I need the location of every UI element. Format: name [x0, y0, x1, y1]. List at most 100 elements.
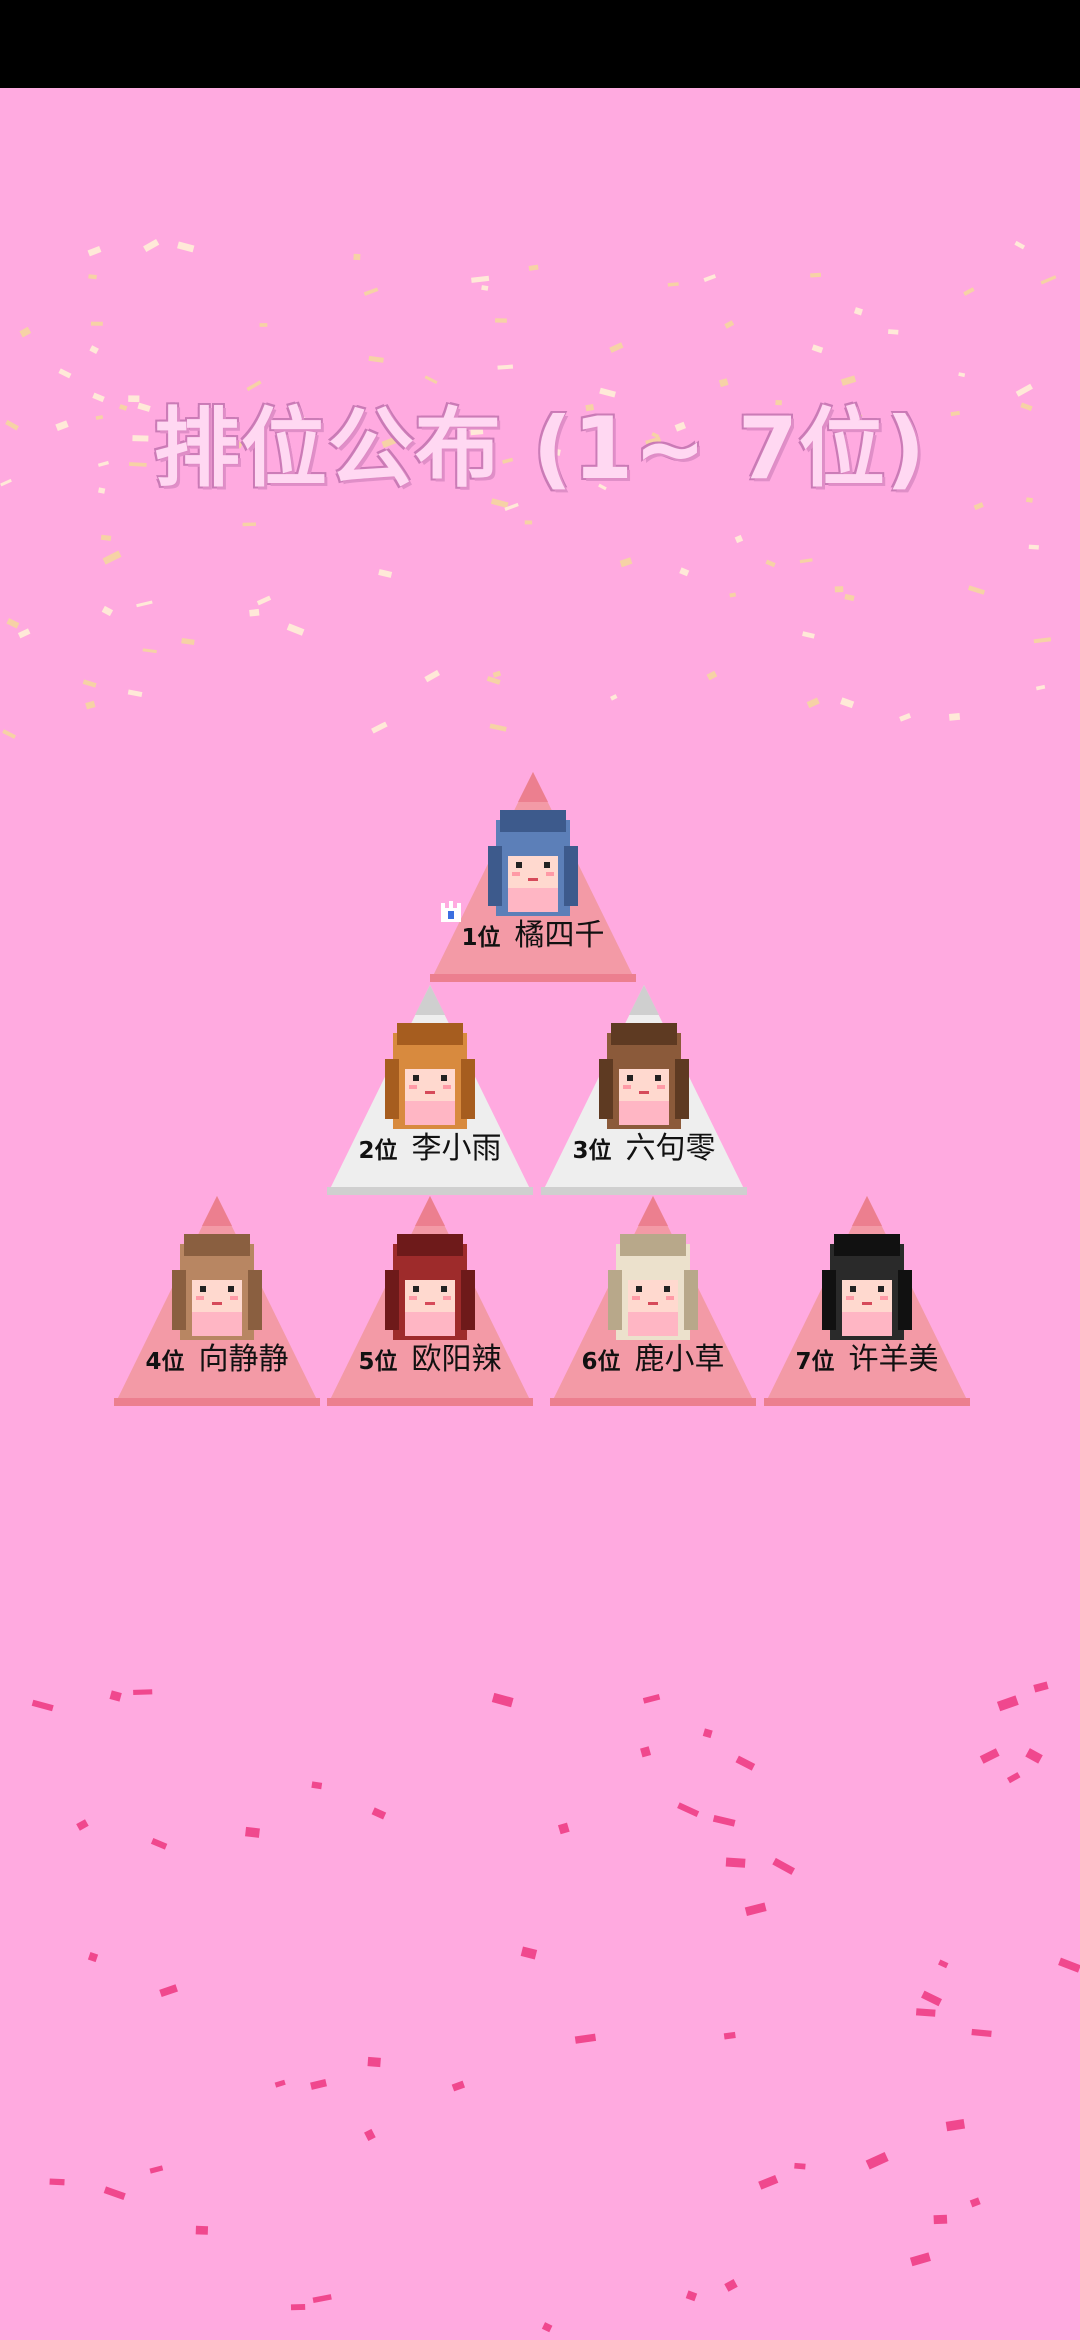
confetti-piece [948, 713, 961, 721]
confetti-piece [844, 593, 855, 602]
confetti-piece [312, 2294, 332, 2303]
confetti-piece [367, 2056, 381, 2068]
confetti-piece [557, 1822, 570, 1835]
confetti-piece [159, 1984, 178, 1998]
confetti-piece [290, 2304, 306, 2311]
character-avatar [608, 1234, 698, 1340]
character-avatar [488, 810, 578, 916]
confetti-piece [840, 697, 855, 709]
confetti-piece [938, 1959, 949, 1969]
confetti-piece [933, 2214, 948, 2225]
rank-label-row: 2位 李小雨 [327, 1123, 533, 1167]
confetti-piece [364, 2128, 376, 2142]
page-title: 排位公布 (1~ 7位) [153, 399, 927, 499]
confetti-piece [734, 534, 744, 544]
rank-number: 7位 [795, 1349, 835, 1375]
confetti-piece [667, 282, 679, 287]
confetti-piece [1040, 275, 1057, 285]
confetti-piece [495, 318, 507, 323]
character-name: 李小雨 [411, 1131, 502, 1166]
confetti-piece [497, 364, 514, 370]
confetti-piece [915, 2008, 936, 2017]
confetti-piece [242, 522, 256, 527]
confetti-piece [2, 729, 17, 739]
confetti-piece [1025, 1748, 1043, 1764]
confetti-piece [724, 320, 735, 329]
confetti-piece [1035, 684, 1046, 691]
confetti-piece [609, 342, 624, 353]
character-avatar [599, 1023, 689, 1129]
character-avatar [172, 1234, 262, 1340]
rank-card: 3位 六句零 [541, 985, 747, 1195]
confetti-piece [101, 605, 114, 617]
confetti-piece [979, 1748, 1000, 1764]
confetti-piece [865, 2151, 889, 2170]
character-name: 鹿小草 [634, 1342, 725, 1377]
confetti-piece [619, 557, 633, 568]
confetti-piece [794, 2162, 806, 2170]
confetti-piece [87, 245, 102, 257]
confetti-piece [136, 600, 153, 608]
confetti-piece [758, 2174, 779, 2190]
confetti-piece [772, 1857, 795, 1875]
confetti-piece [256, 595, 272, 606]
confetti-piece [685, 2290, 698, 2302]
character-name: 橘四千 [514, 918, 605, 953]
confetti-piece [528, 264, 539, 271]
confetti-piece [969, 2197, 981, 2208]
confetti-piece [574, 2033, 597, 2044]
confetti-piece [424, 669, 441, 683]
confetti-piece [286, 623, 305, 636]
character-avatar [385, 1023, 475, 1129]
confetti-piece [481, 285, 489, 291]
rank-card: 1位 橘四千 [430, 772, 636, 982]
confetti-piece [150, 1837, 168, 1850]
confetti-piece [504, 502, 519, 511]
confetti-piece [486, 676, 501, 685]
confetti-piece [451, 2080, 466, 2092]
confetti-piece [642, 1693, 661, 1704]
confetti-piece [90, 321, 103, 326]
confetti-piece [765, 559, 776, 568]
rank-number: 6位 [581, 1349, 621, 1375]
confetti-piece [853, 307, 863, 316]
confetti-piece [909, 2252, 931, 2267]
confetti-piece [89, 345, 99, 355]
confetti-piece [541, 2322, 553, 2333]
character-name: 许羊美 [848, 1342, 939, 1377]
confetti-piece [679, 567, 690, 577]
rank-card: 7位 许羊美 [764, 1196, 970, 1406]
confetti-piece [799, 558, 813, 564]
confetti-piece [724, 2279, 738, 2292]
status-bar [0, 0, 1080, 88]
confetti-piece [702, 1728, 713, 1739]
confetti-piece [810, 272, 822, 278]
confetti-piece [88, 274, 97, 280]
confetti-piece [703, 274, 717, 282]
confetti-piece [195, 2225, 209, 2235]
confetti-piece [76, 1819, 89, 1831]
confetti-piece [102, 550, 122, 565]
confetti-piece [353, 253, 361, 261]
rank-label-row: 7位 许羊美 [764, 1334, 970, 1378]
rank-card: 2位 李小雨 [327, 985, 533, 1195]
confetti-piece [1028, 544, 1039, 550]
confetti-piece [100, 534, 112, 541]
confetti-piece [133, 1689, 153, 1696]
confetti-piece [19, 326, 32, 338]
confetti-piece [371, 1807, 387, 1820]
confetti-piece [491, 1692, 514, 1708]
rank-card: 6位 鹿小草 [550, 1196, 756, 1406]
confetti-piece [363, 287, 379, 296]
confetti-piece [802, 631, 815, 639]
confetti-piece [706, 670, 718, 681]
confetti-piece [58, 368, 72, 379]
confetti-piece [1033, 637, 1052, 644]
character-avatar [822, 1234, 912, 1340]
confetti-piece [811, 344, 824, 354]
confetti-piece [640, 1746, 652, 1758]
confetti-piece [1006, 1772, 1021, 1784]
confetti-piece [368, 355, 384, 363]
confetti-piece [127, 689, 143, 697]
confetti-piece [1033, 1681, 1049, 1693]
